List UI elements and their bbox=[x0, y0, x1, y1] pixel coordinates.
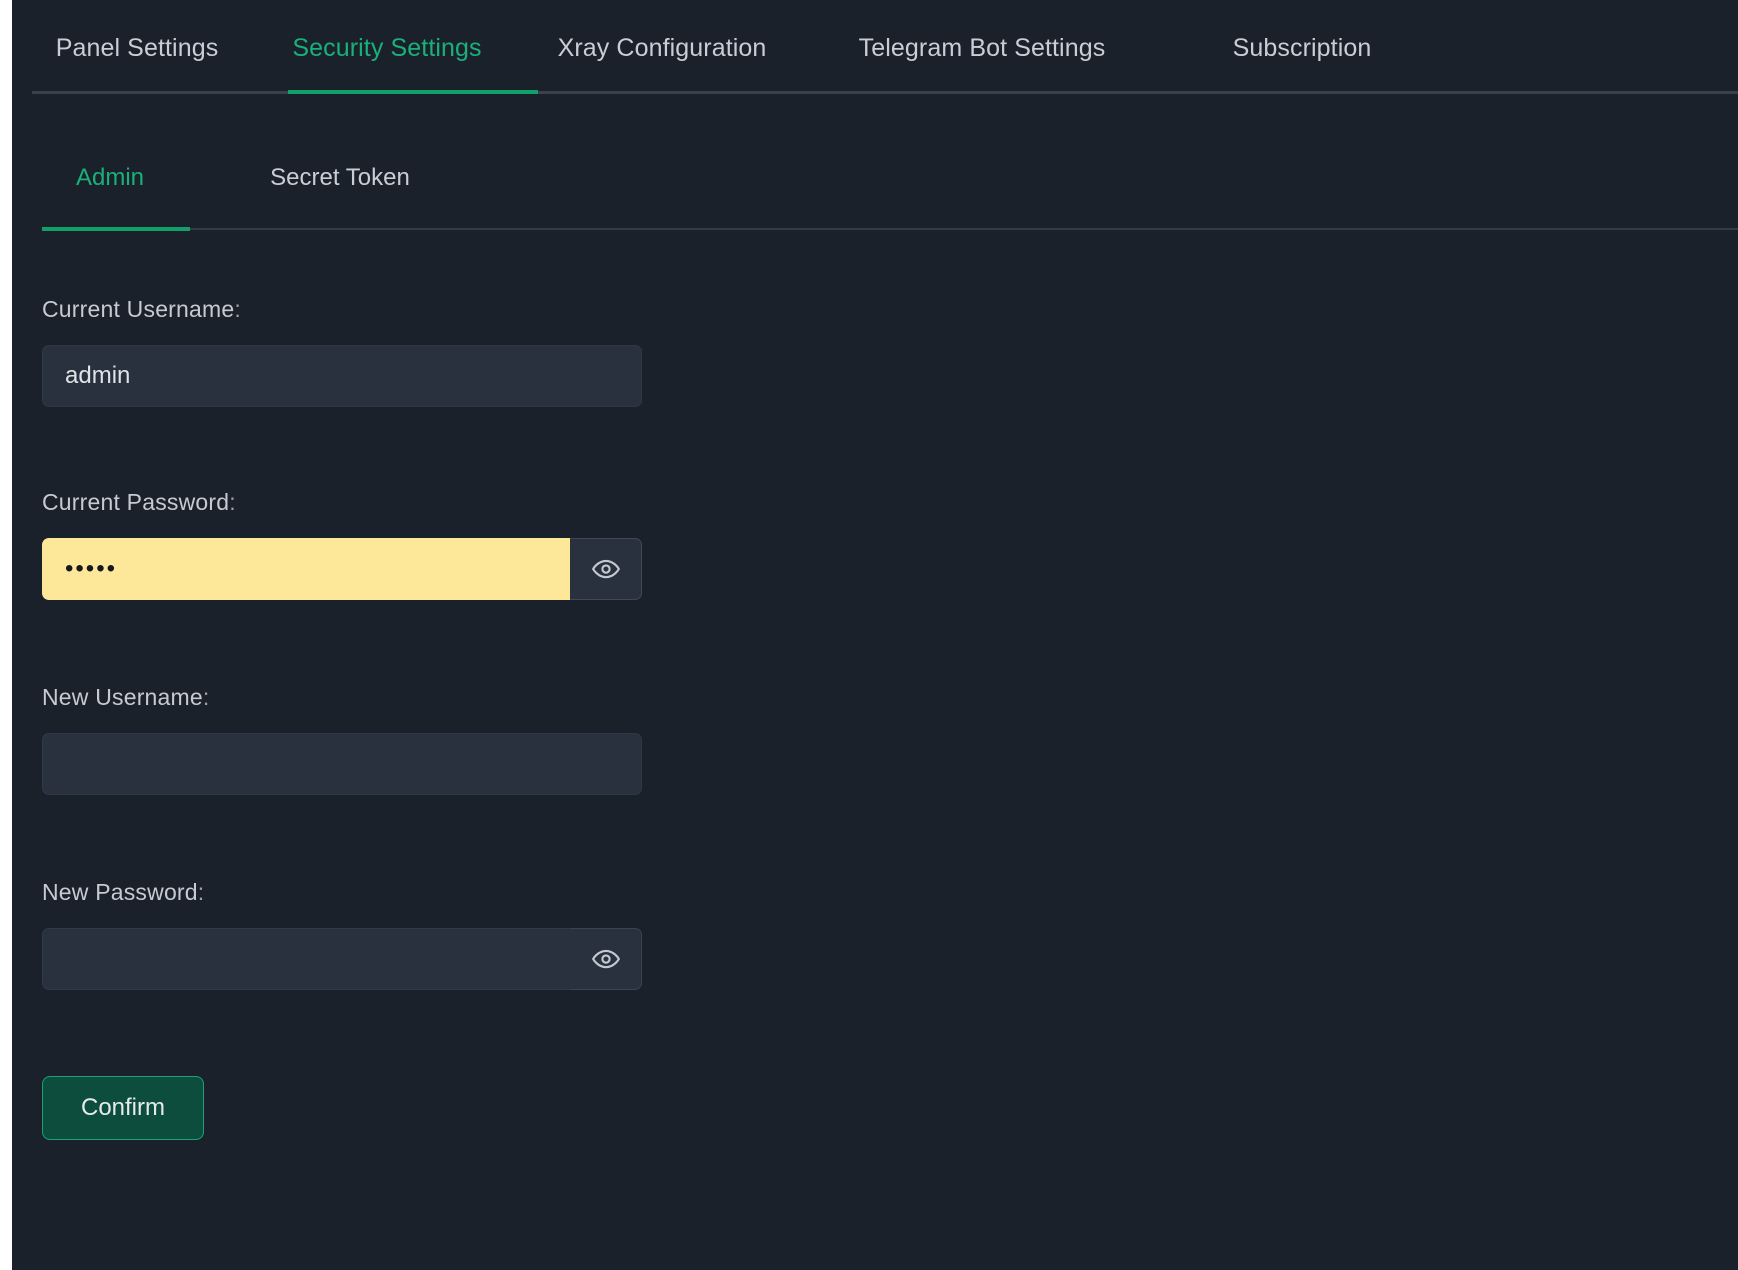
security-settings-page: Panel Settings Security Settings Xray Co… bbox=[12, 0, 1738, 1270]
tab-xray-configuration[interactable]: Xray Configuration bbox=[512, 34, 812, 63]
new-username-label-text: New Username bbox=[42, 684, 203, 710]
main-tab-active-indicator bbox=[288, 90, 538, 94]
settings-content: Admin Secret Token Current Username: adm… bbox=[12, 164, 1738, 1140]
new-password-input-group bbox=[42, 928, 1738, 990]
field-new-username: New Username: bbox=[42, 684, 1738, 795]
current-username-label-text: Current Username bbox=[42, 296, 235, 322]
current-password-input[interactable] bbox=[42, 538, 570, 600]
tab-telegram-bot-settings-label: Telegram Bot Settings bbox=[858, 33, 1106, 62]
tab-subscription-label: Subscription bbox=[1232, 33, 1372, 62]
new-username-label-colon: : bbox=[202, 684, 210, 710]
main-tab-list: Panel Settings Security Settings Xray Co… bbox=[12, 0, 1452, 96]
page-left-edge bbox=[0, 0, 12, 1270]
current-password-label: Current Password: bbox=[42, 489, 1738, 516]
new-username-input[interactable] bbox=[42, 733, 642, 795]
tab-panel-settings-label: Panel Settings bbox=[55, 33, 219, 62]
current-password-input-group bbox=[42, 538, 1738, 600]
new-username-label: New Username: bbox=[42, 684, 1738, 711]
tab-panel-settings[interactable]: Panel Settings bbox=[12, 34, 262, 63]
sub-tab-admin[interactable]: Admin bbox=[42, 164, 178, 214]
current-username-label: Current Username: bbox=[42, 296, 1738, 323]
new-password-label-text: New Password bbox=[42, 879, 198, 905]
current-password-label-text: Current Password bbox=[42, 489, 230, 515]
current-username-label-colon: : bbox=[234, 296, 241, 322]
tab-xray-configuration-label: Xray Configuration bbox=[557, 33, 767, 62]
eye-icon bbox=[591, 944, 621, 974]
new-username-input-row bbox=[42, 733, 1738, 795]
sub-tab-active-indicator bbox=[42, 227, 190, 231]
current-username-input[interactable] bbox=[42, 345, 642, 407]
eye-icon bbox=[591, 554, 621, 584]
current-username-input-row bbox=[42, 345, 1738, 407]
confirm-button[interactable]: Confirm bbox=[42, 1076, 204, 1140]
admin-sub-tab-bar: Admin Secret Token bbox=[42, 164, 1738, 250]
sub-tab-list: Admin Secret Token bbox=[42, 164, 1738, 214]
field-new-password: New Password: bbox=[42, 879, 1738, 990]
new-password-label-colon: : bbox=[197, 879, 205, 905]
tab-security-settings[interactable]: Security Settings bbox=[262, 34, 512, 63]
tab-security-settings-label: Security Settings bbox=[292, 33, 482, 62]
current-password-visibility-toggle[interactable] bbox=[570, 538, 642, 600]
tab-subscription[interactable]: Subscription bbox=[1152, 34, 1452, 63]
field-current-password: Current Password: bbox=[42, 489, 1738, 600]
sub-tab-secret-token[interactable]: Secret Token bbox=[262, 164, 418, 214]
field-current-username: Current Username: bbox=[42, 296, 1738, 407]
sub-tab-admin-label: Admin bbox=[75, 164, 145, 191]
admin-credentials-form: Current Username: Current Password: bbox=[42, 296, 1738, 1140]
new-password-label: New Password: bbox=[42, 879, 1738, 906]
new-password-input[interactable] bbox=[42, 928, 570, 990]
main-tab-bar: Panel Settings Security Settings Xray Co… bbox=[12, 0, 1738, 100]
sub-tab-divider bbox=[42, 228, 1738, 230]
sub-tab-secret-token-label: Secret Token bbox=[270, 164, 410, 191]
confirm-button-label: Confirm bbox=[80, 1094, 165, 1121]
current-password-label-colon: : bbox=[229, 489, 236, 515]
new-password-visibility-toggle[interactable] bbox=[570, 928, 642, 990]
tab-telegram-bot-settings[interactable]: Telegram Bot Settings bbox=[812, 34, 1152, 63]
